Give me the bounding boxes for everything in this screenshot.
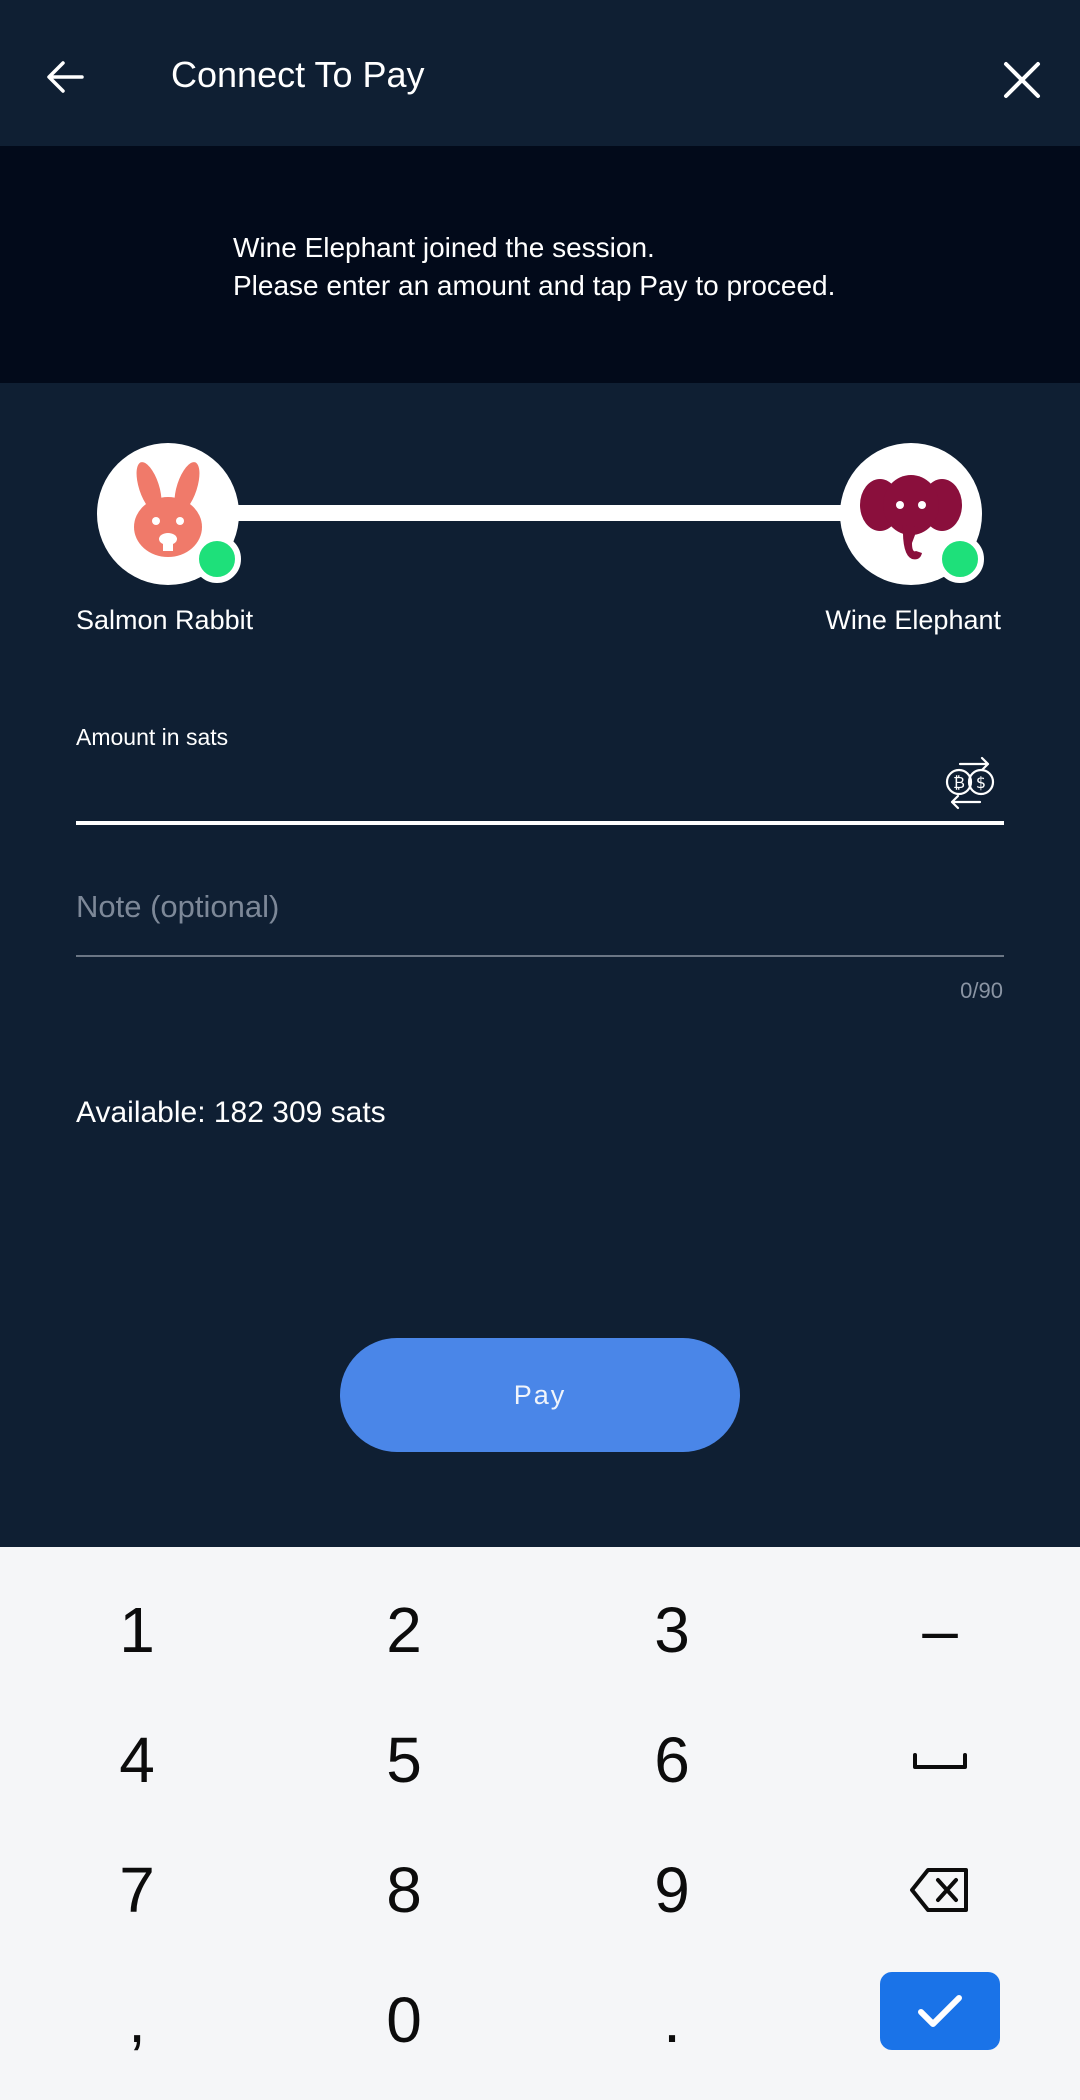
key-3[interactable]: 3: [572, 1575, 772, 1685]
banner-line-2: Please enter an amount and tap Pay to pr…: [233, 270, 836, 301]
key-1[interactable]: 1: [37, 1575, 237, 1685]
key-9[interactable]: 9: [572, 1835, 772, 1945]
key-5[interactable]: 5: [304, 1705, 504, 1815]
key-confirm[interactable]: [880, 1972, 1000, 2050]
avatar-wine-elephant: [840, 443, 984, 585]
banner-text: Wine Elephant joined the session. Please…: [233, 229, 835, 305]
arrow-left-icon: [47, 61, 84, 93]
peer-name-left: Salmon Rabbit: [76, 605, 254, 635]
key-2[interactable]: 2: [304, 1575, 504, 1685]
banner-line-1: Wine Elephant joined the session.: [233, 232, 655, 263]
close-icon: [1004, 62, 1040, 98]
page-title: Connect To Pay: [171, 54, 425, 95]
space-bar-icon: [913, 1753, 967, 1769]
checkmark-icon: [918, 1995, 962, 2027]
key-dash[interactable]: –: [840, 1575, 1040, 1685]
peer-name-right: Wine Elephant: [825, 605, 1001, 635]
svg-text:₿: ₿: [953, 773, 965, 792]
session-banner: Wine Elephant joined the session. Please…: [0, 146, 1080, 383]
currency-toggle-button[interactable]: ₿ $: [940, 752, 1000, 812]
btc-usd-swap-icon: ₿ $: [945, 756, 995, 810]
amount-input[interactable]: [76, 752, 1006, 822]
note-underline: [76, 955, 1004, 957]
amount-label: Amount in sats: [76, 724, 229, 750]
top-app-bar: Connect To Pay: [0, 0, 1080, 146]
avatar-salmon-rabbit: [97, 443, 241, 585]
available-balance: Available: 182 309 sats: [76, 1096, 386, 1129]
key-0[interactable]: 0: [304, 1965, 504, 2075]
online-status-dot: [193, 535, 241, 583]
note-input[interactable]: [76, 862, 1006, 952]
key-4[interactable]: 4: [37, 1705, 237, 1815]
key-comma[interactable]: ,: [37, 1965, 237, 2075]
svg-text:$: $: [976, 773, 986, 792]
key-6[interactable]: 6: [572, 1705, 772, 1815]
online-status-dot: [936, 535, 984, 583]
key-period[interactable]: .: [572, 1965, 772, 2075]
key-backspace[interactable]: [840, 1835, 1040, 1945]
key-7[interactable]: 7: [37, 1835, 237, 1945]
numeric-keyboard: 1 2 3 – 4 5 6 7 8 9 , 0 .: [0, 1547, 1080, 2100]
pay-button[interactable]: Pay: [340, 1338, 740, 1452]
amount-underline: [76, 821, 1004, 825]
close-button[interactable]: [1000, 58, 1044, 102]
key-8[interactable]: 8: [304, 1835, 504, 1945]
connection-line: [160, 505, 920, 521]
note-char-counter: 0/90: [960, 978, 1003, 1003]
backspace-icon: [910, 1868, 968, 1912]
back-button[interactable]: [40, 50, 92, 102]
key-space[interactable]: [840, 1705, 1040, 1815]
peer-connection: Salmon Rabbit Wine Elephant: [0, 383, 1080, 683]
